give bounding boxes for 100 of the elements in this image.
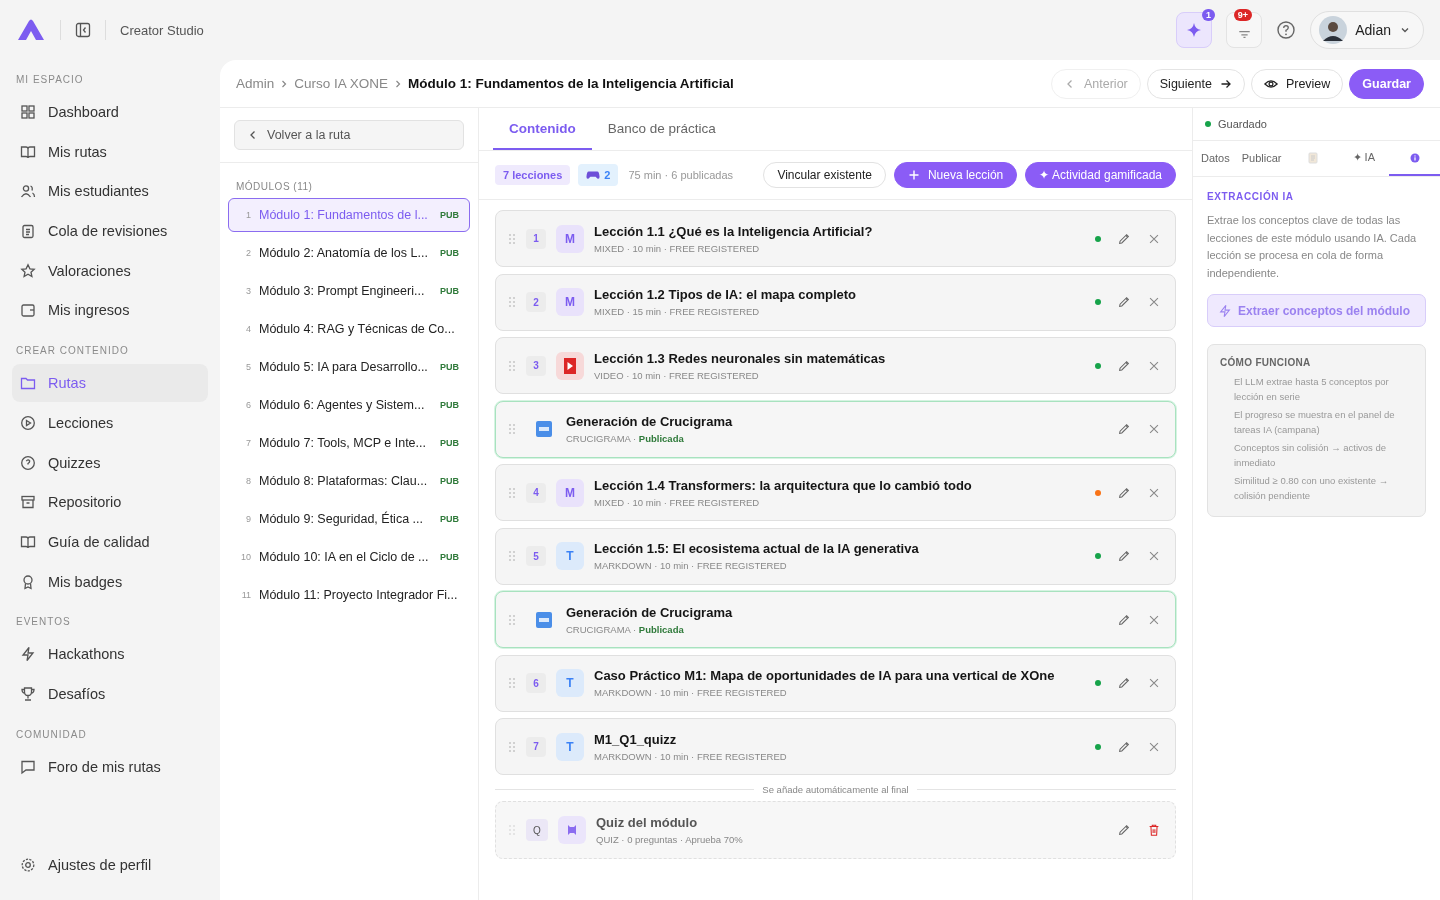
nav-item[interactable]: Mis badges <box>12 562 208 601</box>
nav-item[interactable]: Rutas <box>12 364 208 403</box>
nav-item[interactable]: Hackathons <box>12 635 208 674</box>
nav-item[interactable]: Cola de revisiones <box>12 212 208 251</box>
nav-item[interactable]: Desafíos <box>12 674 208 713</box>
edit-icon[interactable] <box>1117 231 1131 246</box>
quiz-card[interactable]: Q Quiz del módulo QUIZ · 0 preguntas · Aprueba 70% <box>495 801 1176 859</box>
crossword-icon <box>536 421 552 437</box>
published-tag: PUB <box>440 514 459 524</box>
edit-icon[interactable] <box>1117 676 1131 690</box>
profile-settings-link[interactable]: Ajustes de perfil <box>12 846 208 884</box>
edit-icon[interactable] <box>1117 612 1131 627</box>
medal-icon <box>20 573 36 590</box>
lesson-card[interactable]: 6 T Caso Práctico M1: Mapa de oportunidades de IA para una vertical de XOne MARKDOWN · 10 min · FREE REGISTERED <box>495 654 1176 712</box>
nav-item[interactable]: Foro de mis rutas <box>12 747 208 786</box>
preview-button[interactable]: Preview <box>1250 68 1344 99</box>
activity-meta: CRUCIGRAMA · <box>566 433 637 444</box>
info-item: Similitud ≥ 0.80 con uno existente → colisión pendiente <box>1233 474 1390 503</box>
drag-handle-icon[interactable] <box>508 232 516 245</box>
back-button[interactable]: Volver a la ruta <box>234 120 464 150</box>
summary-text: 75 min · 6 publicadas <box>628 169 733 181</box>
drag-handle-icon[interactable] <box>508 550 516 562</box>
next-button[interactable]: Siguiente <box>1146 68 1245 99</box>
close-icon[interactable] <box>1147 422 1161 436</box>
help-icon[interactable] <box>1276 20 1297 40</box>
lesson-card[interactable]: 3 Lección 1.3 Redes neuronales sin matemáticas VIDEO · 10 min · FREE REGISTERED <box>495 337 1176 394</box>
nav-item[interactable]: Mis ingresos <box>12 291 208 330</box>
close-icon[interactable] <box>1147 549 1161 563</box>
lessons-count-tag: 7 lecciones <box>495 165 571 185</box>
lesson-card[interactable]: 1 M Lección 1.1 ¿Qué es la Inteligencia Artificial? MIXED · 10 min · FREE REGISTERED <box>495 210 1176 267</box>
close-icon[interactable] <box>1147 676 1161 690</box>
drag-handle-icon[interactable] <box>508 296 516 308</box>
breadcrumb-item[interactable]: Curso IA XONE <box>294 76 389 91</box>
module-item[interactable]: 1 Módulo 1: Fundamentos de l... PUB <box>228 198 470 232</box>
notifications-button[interactable] <box>1226 12 1263 48</box>
module-item[interactable]: 6 Módulo 6: Agentes y Sistem... PUB <box>228 388 470 422</box>
edit-icon[interactable] <box>1117 295 1131 309</box>
module-item[interactable]: 11 Módulo 11: Proyecto Integrador Fi... <box>228 578 470 612</box>
lesson-title: Lección 1.4 Transformers: la arquitectura que lo cambió todo <box>594 477 973 493</box>
module-item[interactable]: 5 Módulo 5: IA para Desarrollo... PUB <box>228 350 470 384</box>
panel-tab[interactable]: ✦ IA <box>1338 141 1390 176</box>
lesson-card[interactable]: 2 M Lección 1.2 Tipos de IA: el mapa completo MIXED · 15 min · FREE REGISTERED <box>495 273 1176 331</box>
drag-handle-icon[interactable] <box>508 486 516 499</box>
panel-tab[interactable]: Publicar <box>1235 141 1288 176</box>
edit-icon[interactable] <box>1117 739 1131 754</box>
panel-tab[interactable]: Datos <box>1195 141 1236 176</box>
lesson-card[interactable]: 4 M Lección 1.4 Transformers: la arquitectura que lo cambió todo MIXED · 10 min · FREE REGISTERED <box>495 464 1176 521</box>
nav-item[interactable]: Mis rutas <box>12 132 208 171</box>
lesson-number: 7 <box>526 736 546 757</box>
module-item[interactable]: 10 Módulo 10: IA en el Ciclo de ... PUB <box>228 540 470 574</box>
activity-card[interactable]: Generación de Crucigrama CRUCIGRAMA · Publicada <box>495 591 1176 648</box>
module-item[interactable]: 3 Módulo 3: Prompt Engineeri... PUB <box>228 274 470 308</box>
lightning-icon <box>20 646 36 663</box>
nav-item[interactable]: Valoraciones <box>12 251 208 290</box>
nav-item[interactable]: Quizzes <box>12 443 208 482</box>
gamified-activity-button[interactable]: ✦ Actividad gamificada <box>1025 162 1176 188</box>
module-item[interactable]: 8 Módulo 8: Plataformas: Clau... PUB <box>228 464 470 498</box>
module-title: Módulo 1: Fundamentos de l... <box>259 208 429 222</box>
module-item[interactable]: 4 Módulo 4: RAG y Técnicas de Co... <box>228 312 470 346</box>
edit-icon[interactable] <box>1117 823 1131 837</box>
drag-handle-icon[interactable] <box>508 359 516 372</box>
published-tag: PUB <box>440 362 459 372</box>
nav-item[interactable]: Mis estudiantes <box>12 172 208 211</box>
help-icon <box>20 454 36 471</box>
section-heading: MI ESPACIO <box>15 73 85 87</box>
nav-item[interactable]: Guía de calidad <box>12 522 208 561</box>
activity-card[interactable]: Generación de Crucigrama CRUCIGRAMA · Publicada <box>495 400 1176 458</box>
save-button[interactable]: Guardar <box>1349 68 1424 99</box>
edit-icon[interactable] <box>1117 358 1131 373</box>
module-item[interactable]: 9 Módulo 9: Seguridad, Ética ... PUB <box>228 502 470 536</box>
drag-handle-icon[interactable] <box>508 613 516 626</box>
module-item[interactable]: 7 Módulo 7: Tools, MCP e Inte... PUB <box>228 426 470 460</box>
lesson-card[interactable]: 7 T M1_Q1_quizz MARKDOWN · 10 min · FREE REGISTERED <box>495 718 1176 775</box>
edit-icon[interactable] <box>1117 549 1131 563</box>
tab[interactable]: Banco de práctica <box>591 108 732 150</box>
lesson-card[interactable]: 5 T Lección 1.5: El ecosistema actual de la IA generativa MARKDOWN · 10 min · FREE REGISTERED <box>495 527 1176 585</box>
edit-icon[interactable] <box>1117 485 1131 500</box>
user-menu-button[interactable]: Adian <box>1310 11 1424 49</box>
drag-handle-icon[interactable] <box>508 423 516 435</box>
quiz-meta: QUIZ · 0 preguntas · Aprueba 70% <box>596 834 744 845</box>
published-tag: PUB <box>440 552 459 562</box>
module-number: 5 <box>245 362 251 372</box>
module-item[interactable]: 2 Módulo 2: Anatomía de los L... PUB <box>228 236 470 270</box>
edit-icon[interactable] <box>1117 422 1131 436</box>
breadcrumb-item[interactable]: Admin <box>236 76 275 91</box>
lesson-title: M1_Q1_quizz <box>594 731 678 747</box>
module-number: 1 <box>245 210 251 220</box>
ai-assistant-button[interactable] <box>1176 12 1213 48</box>
nav-item[interactable]: Dashboard <box>12 93 208 131</box>
nav-item[interactable]: Repositorio <box>12 483 208 522</box>
new-lesson-button[interactable]: Nueva lección <box>893 162 1018 188</box>
drag-handle-icon[interactable] <box>508 740 516 753</box>
sidebar-toggle-icon[interactable] <box>75 22 91 38</box>
link-existing-button[interactable]: Vincular existente <box>763 162 886 188</box>
nav-item[interactable]: Lecciones <box>12 403 208 442</box>
module-number: 8 <box>245 476 251 486</box>
drag-handle-icon[interactable] <box>508 677 516 689</box>
tab[interactable]: Contenido <box>493 108 592 150</box>
close-icon[interactable] <box>1147 295 1161 309</box>
trash-icon[interactable] <box>1147 823 1161 837</box>
